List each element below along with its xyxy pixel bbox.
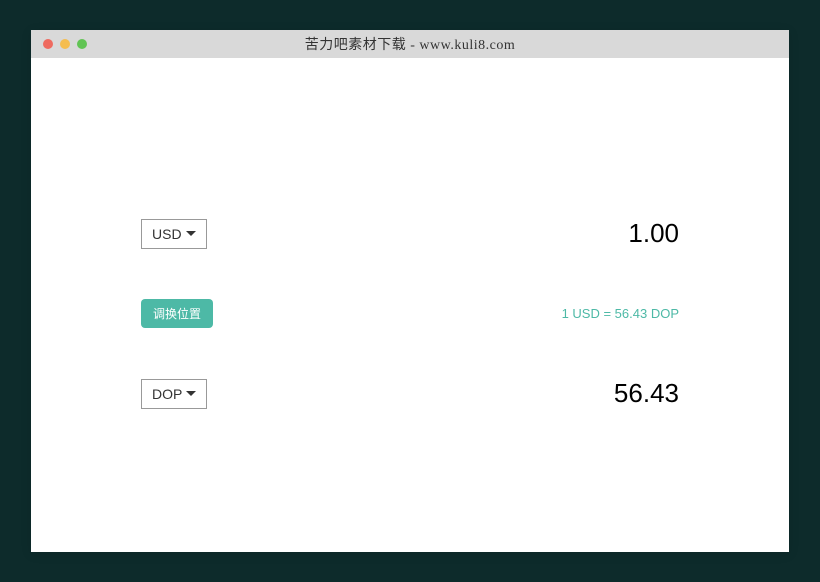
from-currency-row: USD 1.00 <box>141 218 679 249</box>
chevron-down-icon <box>186 391 196 396</box>
app-window: 苦力吧素材下载 - www.kuli8.com USD 1.00 调换位置 1 … <box>31 30 789 552</box>
to-currency-select[interactable]: DOP <box>141 379 207 409</box>
to-value-display[interactable]: 56.43 <box>614 378 679 409</box>
window-title: 苦力吧素材下载 - www.kuli8.com <box>43 34 777 54</box>
to-currency-row: DOP 56.43 <box>141 378 679 409</box>
from-currency-select[interactable]: USD <box>141 219 207 249</box>
maximize-button[interactable] <box>77 39 87 49</box>
minimize-button[interactable] <box>60 39 70 49</box>
from-currency-label: USD <box>152 226 182 242</box>
close-button[interactable] <box>43 39 53 49</box>
titlebar: 苦力吧素材下载 - www.kuli8.com <box>31 30 789 58</box>
middle-row: 调换位置 1 USD = 56.43 DOP <box>141 299 679 328</box>
chevron-down-icon <box>186 231 196 236</box>
to-currency-label: DOP <box>152 386 182 402</box>
swap-button[interactable]: 调换位置 <box>141 299 213 328</box>
content-area: USD 1.00 调换位置 1 USD = 56.43 DOP DOP 56.4… <box>31 58 789 552</box>
exchange-rate-text: 1 USD = 56.43 DOP <box>562 306 679 321</box>
traffic-lights <box>43 39 87 49</box>
from-value-display[interactable]: 1.00 <box>628 218 679 249</box>
